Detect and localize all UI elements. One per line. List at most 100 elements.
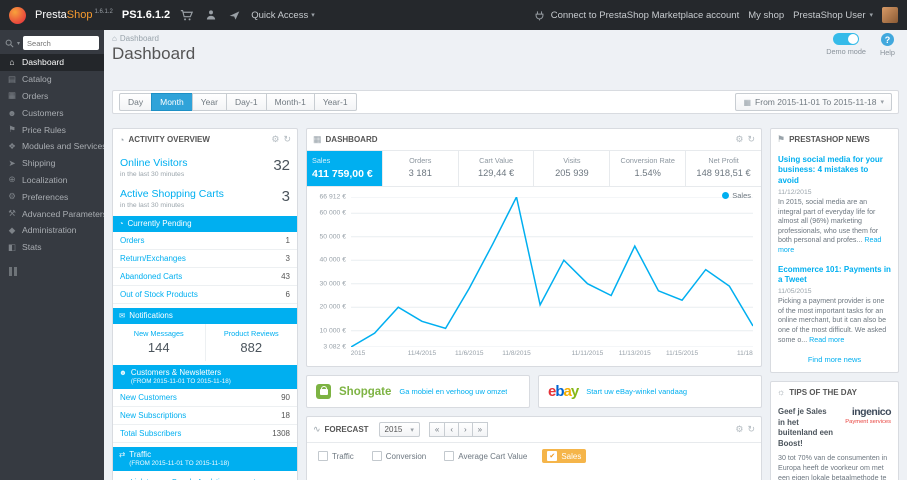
cart-icon[interactable] xyxy=(179,8,194,23)
demo-mode-toggle[interactable] xyxy=(833,33,860,45)
new-customers-link[interactable]: New Customers xyxy=(120,393,177,402)
ebay-link[interactable]: Start uw eBay-winkel vandaag xyxy=(586,387,687,396)
news-title-link[interactable]: Ecommerce 101: Payments in a Tweet xyxy=(778,265,891,286)
year-pager: « ‹ › » xyxy=(428,422,489,437)
total-subscribers-link[interactable]: Total Subscribers xyxy=(120,429,181,438)
pending-returns-link[interactable]: Return/Exchanges xyxy=(120,254,186,263)
filter-button-day-1[interactable]: Day-1 xyxy=(225,93,267,111)
sidebar-item-advanced-parameters[interactable]: ⚒ Advanced Parameters xyxy=(0,205,104,222)
sidebar-item-price-rules[interactable]: ⚑ Price Rules xyxy=(0,121,104,138)
home-icon: ⌂ xyxy=(9,57,15,68)
collapse-menu-icon[interactable] xyxy=(9,266,95,276)
sidebar-item-dashboard[interactable]: ⌂ Dashboard xyxy=(0,54,104,71)
ingenico-name: ingenico xyxy=(851,406,892,419)
user-name-label: PrestaShop User xyxy=(793,9,866,21)
filter-button-year-1[interactable]: Year-1 xyxy=(313,93,357,111)
dashboard-panel-header: ▦ DASHBOARD ⚙ ↻ xyxy=(307,129,761,150)
sidebar-item-localization[interactable]: ⊕ Localization xyxy=(0,172,104,189)
news-title-link[interactable]: Using social media for your business: 4 … xyxy=(778,155,891,186)
new-messages-link[interactable]: New Messages xyxy=(115,329,203,338)
forecast-legend: Traffic Conversion Average Cart Value ✔ S… xyxy=(307,442,761,469)
filter-bar: Day Month Year Day-1 Month-1 Year-1 ▦ Fr… xyxy=(112,90,899,114)
read-more-link[interactable]: Read more xyxy=(809,336,844,344)
pager-prev-button[interactable]: ‹ xyxy=(444,422,459,437)
legend-sales[interactable]: ✔ Sales xyxy=(542,449,587,463)
out-of-stock-link[interactable]: Out of Stock Products xyxy=(120,290,198,299)
pager-first-button[interactable]: « xyxy=(428,422,446,437)
sidebar-item-preferences[interactable]: ⚙ Preferences xyxy=(0,188,104,205)
messages-icon[interactable] xyxy=(227,8,242,23)
find-more-news-link[interactable]: Find more news xyxy=(771,349,898,372)
pager-last-button[interactable]: » xyxy=(471,422,489,437)
shop-name[interactable]: PS1.6.1.2 xyxy=(122,9,170,21)
filter-button-month-1[interactable]: Month-1 xyxy=(265,93,315,111)
kpi-net-profit[interactable]: Net Profit 148 918,51 € xyxy=(686,151,761,186)
search-input[interactable] xyxy=(23,36,99,50)
pending-orders-link[interactable]: Orders xyxy=(120,236,144,245)
sidebar-item-administration[interactable]: ◆ Administration xyxy=(0,222,104,239)
user-menu[interactable]: PrestaShop User ▾ xyxy=(793,10,873,21)
flag-icon: ⚑ xyxy=(777,134,786,144)
tips-panel-header: ☼ TIPS OF THE DAY xyxy=(771,382,898,402)
refresh-icon[interactable]: ↻ xyxy=(747,424,755,435)
sidebar-item-catalog[interactable]: ▤ Catalog xyxy=(0,71,104,88)
kpi-sales[interactable]: Sales 411 759,00 € xyxy=(307,151,383,186)
sidebar-item-modules[interactable]: ❖ Modules and Services xyxy=(0,138,104,155)
filter-button-year[interactable]: Year xyxy=(191,93,227,111)
online-visitors-link[interactable]: Online Visitors xyxy=(120,157,188,169)
customers-icon[interactable] xyxy=(203,8,218,23)
x-tick-label: 11/6/2015 xyxy=(455,350,484,357)
sidebar-item-shipping[interactable]: ➤ Shipping xyxy=(0,155,104,172)
google-analytics-link[interactable]: → Link to your Google Analytics account xyxy=(113,471,297,480)
traffic-header: ⇄ Traffic (FROM 2015-11-01 TO 2015-11-18) xyxy=(113,446,297,471)
x-tick-label: 11/1/2015 xyxy=(351,350,366,357)
legend-traffic[interactable]: Traffic xyxy=(315,449,357,463)
breadcrumb-label: Dashboard xyxy=(119,34,159,43)
ingenico-subtitle: Payment services xyxy=(845,418,891,425)
kpi-orders[interactable]: Orders 3 181 xyxy=(383,151,459,186)
online-visitors-stat: Online Visitors in the last 30 minutes 3… xyxy=(113,150,297,181)
sidebar-item-customers[interactable]: ☻ Customers xyxy=(0,104,104,121)
gear-icon[interactable]: ⚙ xyxy=(735,424,743,435)
kpi-cart-value[interactable]: Cart Value 129,44 € xyxy=(459,151,535,186)
sidebar-search: ▾ xyxy=(0,32,104,54)
section-date-range: (FROM 2015-11-01 TO 2015-11-18) xyxy=(129,459,230,467)
active-carts-link[interactable]: Active Shopping Carts xyxy=(120,188,224,200)
pager-next-button[interactable]: › xyxy=(457,422,473,437)
marketplace-link[interactable]: Connect to PrestaShop Marketplace accoun… xyxy=(532,8,739,23)
user-avatar[interactable] xyxy=(882,7,898,23)
gear-icon[interactable]: ⚙ xyxy=(271,134,279,145)
online-visitors-value: 32 xyxy=(273,157,290,174)
kpi-conversion-rate[interactable]: Conversion Rate 1.54% xyxy=(610,151,687,186)
date-range-button[interactable]: ▦ From 2015-11-01 To 2015-11-18 ▾ xyxy=(735,93,892,111)
tips-body: 30 tot 70% van de consumenten in Europa … xyxy=(778,454,888,480)
new-subscriptions-link[interactable]: New Subscriptions xyxy=(120,411,186,420)
sidebar-item-orders[interactable]: ▦ Orders xyxy=(0,88,104,105)
year-select[interactable]: 2015 ▾ xyxy=(378,422,420,437)
abandoned-carts-link[interactable]: Abandoned Carts xyxy=(120,272,182,281)
quick-access-menu[interactable]: Quick Access ▾ xyxy=(251,10,315,21)
chart-legend[interactable]: Sales xyxy=(722,191,751,200)
y-tick-label: 60 000 € xyxy=(319,209,346,217)
news-excerpt: In 2015, social media are an integral pa… xyxy=(778,198,882,254)
refresh-icon[interactable]: ↻ xyxy=(747,134,755,145)
gear-icon[interactable]: ⚙ xyxy=(735,134,743,145)
help-button[interactable]: ? xyxy=(880,33,894,46)
panel-title: PRESTASHOP NEWS xyxy=(789,135,870,144)
my-shop-link[interactable]: My shop xyxy=(748,10,784,21)
news-date: 11/05/2015 xyxy=(778,288,812,296)
kpi-label: Visits xyxy=(563,156,581,165)
sidebar-item-stats[interactable]: ◧ Stats xyxy=(0,239,104,256)
stats-icon: ◧ xyxy=(7,241,17,252)
kpi-visits[interactable]: Visits 205 939 xyxy=(534,151,611,186)
search-scope-caret-icon[interactable]: ▾ xyxy=(17,40,20,47)
filter-button-day[interactable]: Day xyxy=(119,93,153,111)
legend-conversion[interactable]: Conversion xyxy=(369,449,429,463)
filter-button-month[interactable]: Month xyxy=(151,93,193,111)
abandoned-carts-value: 43 xyxy=(281,272,290,281)
shopgate-link[interactable]: Ga mobiel en verhoog uw omzet xyxy=(399,387,507,396)
legend-average-cart-value[interactable]: Average Cart Value xyxy=(441,449,530,463)
refresh-icon[interactable]: ↻ xyxy=(283,134,291,145)
product-reviews-link[interactable]: Product Reviews xyxy=(208,329,296,338)
quick-access-label: Quick Access xyxy=(251,9,309,21)
